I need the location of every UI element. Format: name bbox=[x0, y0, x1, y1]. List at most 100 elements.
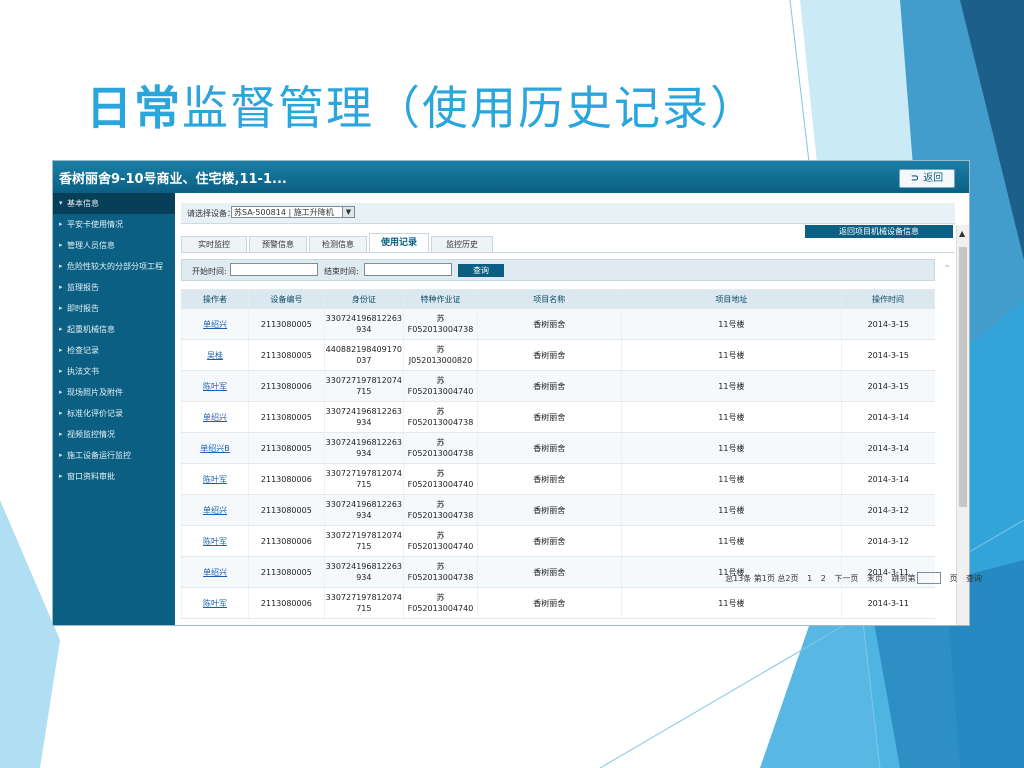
vertical-scrollbar[interactable]: ▲ ▼ bbox=[956, 225, 969, 625]
table-row: 陈叶军 2113080006 330727197812074 715 苏F052013… bbox=[180, 525, 935, 557]
table-cell: 苏F052013004738 bbox=[403, 401, 478, 433]
query-button[interactable]: 查询 bbox=[458, 264, 504, 277]
sidebar-item-site-photos[interactable]: 现场照片及附件 bbox=[53, 382, 175, 403]
tab-divider bbox=[181, 252, 955, 253]
device-select-value: 苏SA-500814 | 施工升降机 bbox=[234, 208, 334, 217]
table-cell: 2014-3-11 bbox=[841, 587, 935, 619]
window-header: 香树丽舍9-10号商业、住宅楼,11-1... ⊃ 返回 bbox=[53, 161, 969, 193]
table-header-row: 操作者 设备编号 身份证 特种作业证 项目名称 项目地址 操作时间 bbox=[180, 289, 935, 309]
operator-link[interactable]: 单绍兴 bbox=[180, 556, 249, 588]
table-cell: 2014-3-15 bbox=[841, 370, 935, 402]
usage-records-table: 操作者 设备编号 身份证 特种作业证 项目名称 项目地址 操作时间 单绍兴 211308000… bbox=[180, 289, 935, 619]
sidebar-item-instant-report[interactable]: 即时报告 bbox=[53, 298, 175, 319]
table-cell: 330727197812074 715 bbox=[323, 370, 404, 402]
tab-inspection-info[interactable]: 检测信息 bbox=[309, 236, 367, 252]
last-page-link[interactable]: 末页 bbox=[867, 574, 883, 583]
filter-bar: 开始时间: 结束时间: 查询 bbox=[181, 259, 935, 281]
sidebar-item-label: 起重机械信息 bbox=[67, 325, 115, 334]
sidebar-item-lifting-machinery[interactable]: 起重机械信息 bbox=[53, 319, 175, 340]
table-cell: 2014-3-12 bbox=[841, 494, 935, 526]
app-window: 香树丽舍9-10号商业、住宅楼,11-1... ⊃返回 基本信息 平安卡使用情况… bbox=[52, 160, 970, 626]
sidebar-item-label: 现场照片及附件 bbox=[67, 388, 123, 397]
next-page-link[interactable]: 下一页 bbox=[834, 574, 858, 583]
sidebar-item-safety-card[interactable]: 平安卡使用情况 bbox=[53, 214, 175, 235]
table-cell: 330724196812263 934 bbox=[323, 401, 404, 433]
column-header: 项目地址 bbox=[620, 289, 843, 309]
table-cell: 苏F052013004740 bbox=[403, 587, 478, 619]
sidebar-item-equipment-monitoring[interactable]: 施工设备运行监控 bbox=[53, 445, 175, 466]
sidebar-item-label: 即时报告 bbox=[67, 304, 99, 313]
sidebar-item-inspection-records[interactable]: 检查记录 bbox=[53, 340, 175, 361]
tab-usage-records[interactable]: 使用记录 bbox=[369, 233, 429, 252]
sidebar-item-standard-evaluation[interactable]: 标准化评价记录 bbox=[53, 403, 175, 424]
sidebar-item-label: 监理报告 bbox=[67, 283, 99, 292]
page-1-link[interactable]: 1 bbox=[807, 574, 812, 583]
table-cell: 香树丽舍 bbox=[476, 556, 622, 588]
slide-title: 日常监督管理（使用历史记录） bbox=[86, 72, 758, 138]
sidebar-item-label: 危险性较大的分部分项工程 bbox=[67, 262, 163, 271]
table-cell: 苏F052013004740 bbox=[403, 525, 478, 557]
table-cell: 440882198409170 037 bbox=[323, 339, 404, 371]
table-cell: 2113080005 bbox=[248, 494, 325, 526]
sidebar-item-window-approval[interactable]: 窗口资料审批 bbox=[53, 466, 175, 487]
table-cell: 2113080006 bbox=[248, 370, 325, 402]
operator-link[interactable]: 单绍兴 bbox=[180, 401, 249, 433]
table-cell: 苏F052013004738 bbox=[403, 556, 478, 588]
jump-page-input[interactable] bbox=[917, 572, 942, 584]
table-cell: 11号楼 bbox=[620, 587, 842, 619]
sidebar-item-label: 标准化评价记录 bbox=[67, 409, 123, 418]
table-cell: 2014-3-12 bbox=[841, 525, 935, 557]
table-cell: 11号楼 bbox=[620, 308, 842, 340]
table-cell: 2113080005 bbox=[248, 401, 325, 433]
sidebar-item-managers[interactable]: 管理人员信息 bbox=[53, 235, 175, 256]
page-2-link[interactable]: 2 bbox=[821, 574, 826, 583]
device-select-label: 请选择设备： bbox=[187, 209, 235, 218]
table-cell: 11号楼 bbox=[620, 525, 842, 557]
column-header: 操作者 bbox=[180, 289, 250, 309]
table-row: 单绍兴 2113080005 330724196812263 934 苏F052013… bbox=[180, 494, 935, 526]
column-header: 项目名称 bbox=[476, 289, 622, 309]
scroll-up-icon[interactable]: ▲ bbox=[959, 229, 965, 238]
return-device-info-button[interactable]: 返回项目机械设备信息 bbox=[805, 225, 953, 238]
table-cell: 11号楼 bbox=[620, 401, 842, 433]
operator-link[interactable]: 陈叶军 bbox=[180, 463, 249, 495]
sidebar-item-supervision-report[interactable]: 监理报告 bbox=[53, 277, 175, 298]
pagination: 总13条 第1页 总2页 1 2 下一页 末页 跳到第 页 查询 bbox=[719, 572, 982, 584]
tab-warning-info[interactable]: 预警信息 bbox=[249, 236, 307, 252]
table-cell: 香树丽舍 bbox=[476, 308, 622, 340]
sidebar-item-basic-info[interactable]: 基本信息 bbox=[53, 193, 175, 214]
sidebar-item-label: 检查记录 bbox=[67, 346, 99, 355]
end-time-input[interactable] bbox=[364, 263, 452, 276]
sidebar-item-enforcement-docs[interactable]: 执法文书 bbox=[53, 361, 175, 382]
table-cell: 11号楼 bbox=[620, 432, 842, 464]
slide-title-rest: 监督管理（使用历史记录） bbox=[182, 81, 758, 135]
operator-link[interactable]: 单绍兴B bbox=[180, 432, 249, 464]
table-cell: 2014-3-15 bbox=[841, 308, 935, 340]
back-button[interactable]: ⊃ 返回 bbox=[899, 169, 955, 188]
tab-monitor-history[interactable]: 监控历史 bbox=[431, 236, 493, 252]
table-cell: 330724196812263 934 bbox=[323, 494, 404, 526]
start-time-input[interactable] bbox=[230, 263, 318, 276]
operator-link[interactable]: 陈叶军 bbox=[180, 525, 249, 557]
operator-link[interactable]: 单绍兴 bbox=[180, 494, 249, 526]
operator-link[interactable]: 陈叶军 bbox=[180, 370, 249, 402]
scrollbar-thumb[interactable] bbox=[959, 247, 967, 507]
table-cell: 苏F052013004738 bbox=[403, 432, 478, 464]
sidebar-item-hazardous-works[interactable]: 危险性较大的分部分项工程 bbox=[53, 256, 175, 277]
start-time-label: 开始时间: bbox=[192, 267, 227, 276]
table-cell: 330724196812263 934 bbox=[323, 432, 404, 464]
collapse-up-icon[interactable]: ⌃ bbox=[943, 264, 951, 275]
tab-realtime-monitor[interactable]: 实时监控 bbox=[181, 236, 247, 252]
device-selector-bar: 请选择设备： 苏SA-500814 | 施工升降机 ▼ bbox=[181, 203, 955, 224]
table-cell: 2014-3-14 bbox=[841, 463, 935, 495]
operator-link[interactable]: 单绍兴 bbox=[180, 308, 249, 340]
table-row: 单绍兴 2113080005 330724196812263 934 苏F052013… bbox=[180, 401, 935, 433]
table-cell: 2014-3-14 bbox=[841, 401, 935, 433]
sidebar-item-video-monitoring[interactable]: 视频监控情况 bbox=[53, 424, 175, 445]
device-select[interactable]: 苏SA-500814 | 施工升降机 ▼ bbox=[231, 206, 355, 218]
table-cell: 330727197812074 715 bbox=[323, 525, 404, 557]
operator-link[interactable]: 陈叶军 bbox=[180, 587, 249, 619]
table-row: 陈叶军 2113080006 330727197812074 715 苏F052013… bbox=[180, 463, 935, 495]
jump-go-button[interactable]: 查询 bbox=[966, 574, 982, 583]
operator-link[interactable]: 吴桂 bbox=[180, 339, 249, 371]
